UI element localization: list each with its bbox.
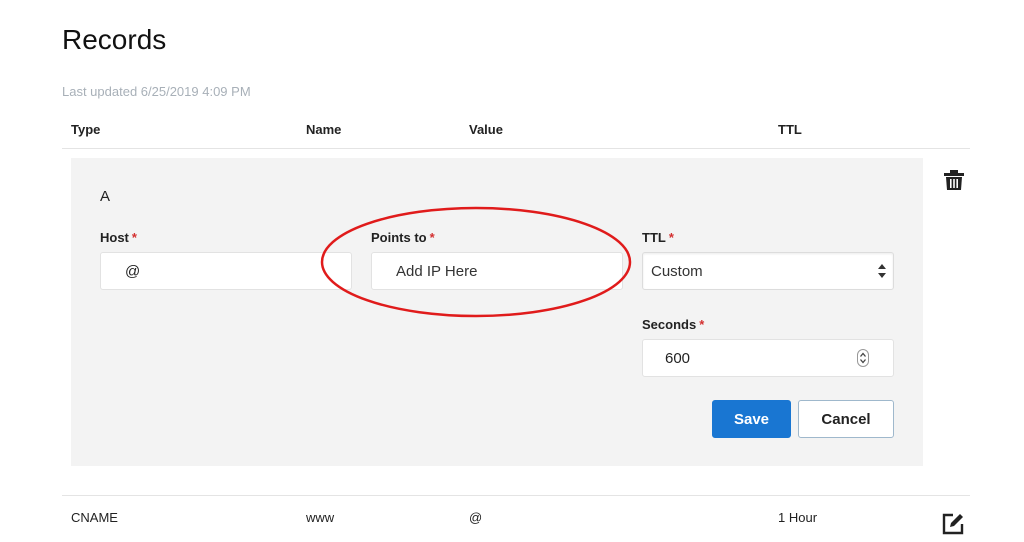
- ttl-select-value: Custom: [651, 263, 703, 280]
- last-updated-text: Last updated 6/25/2019 4:09 PM: [62, 84, 251, 99]
- host-input[interactable]: [100, 252, 352, 290]
- stepper-icon[interactable]: [857, 349, 869, 367]
- record-type-cell: CNAME: [71, 510, 118, 525]
- cancel-button[interactable]: Cancel: [798, 400, 894, 438]
- column-header-type: Type: [71, 122, 101, 137]
- annotation-ellipse: [320, 206, 632, 318]
- seconds-label-text: Seconds: [642, 317, 697, 332]
- column-header-name: Name: [306, 122, 342, 137]
- record-ttl-cell: 1 Hour: [778, 510, 818, 525]
- host-required-mark: *: [131, 230, 137, 245]
- host-label-text: Host: [100, 230, 129, 245]
- record-value-cell: @: [469, 510, 483, 525]
- trash-icon[interactable]: [943, 169, 965, 191]
- column-header-value: Value: [469, 122, 503, 137]
- seconds-required-mark: *: [699, 317, 705, 332]
- ttl-required-mark: *: [668, 230, 674, 245]
- record-name-cell: www: [306, 510, 335, 525]
- column-header-ttl: TTL: [778, 122, 802, 137]
- seconds-label: Seconds *: [642, 317, 704, 332]
- page-title: Records: [62, 24, 167, 55]
- edit-icon[interactable]: [941, 512, 965, 536]
- seconds-input[interactable]: 600: [642, 339, 894, 377]
- row-divider: [62, 495, 970, 496]
- seconds-value: 600: [665, 350, 691, 367]
- select-arrows-icon: [878, 264, 886, 278]
- ttl-label-text: TTL: [642, 230, 666, 245]
- ttl-label: TTL *: [642, 230, 674, 245]
- dns-records-page: Records Last updated 6/25/2019 4:09 PM T…: [0, 0, 1024, 542]
- host-label: Host *: [100, 230, 137, 245]
- header-divider: [62, 148, 970, 149]
- record-type-label: A: [100, 188, 111, 205]
- ttl-select[interactable]: Custom: [642, 252, 894, 290]
- save-button[interactable]: Save: [712, 400, 791, 438]
